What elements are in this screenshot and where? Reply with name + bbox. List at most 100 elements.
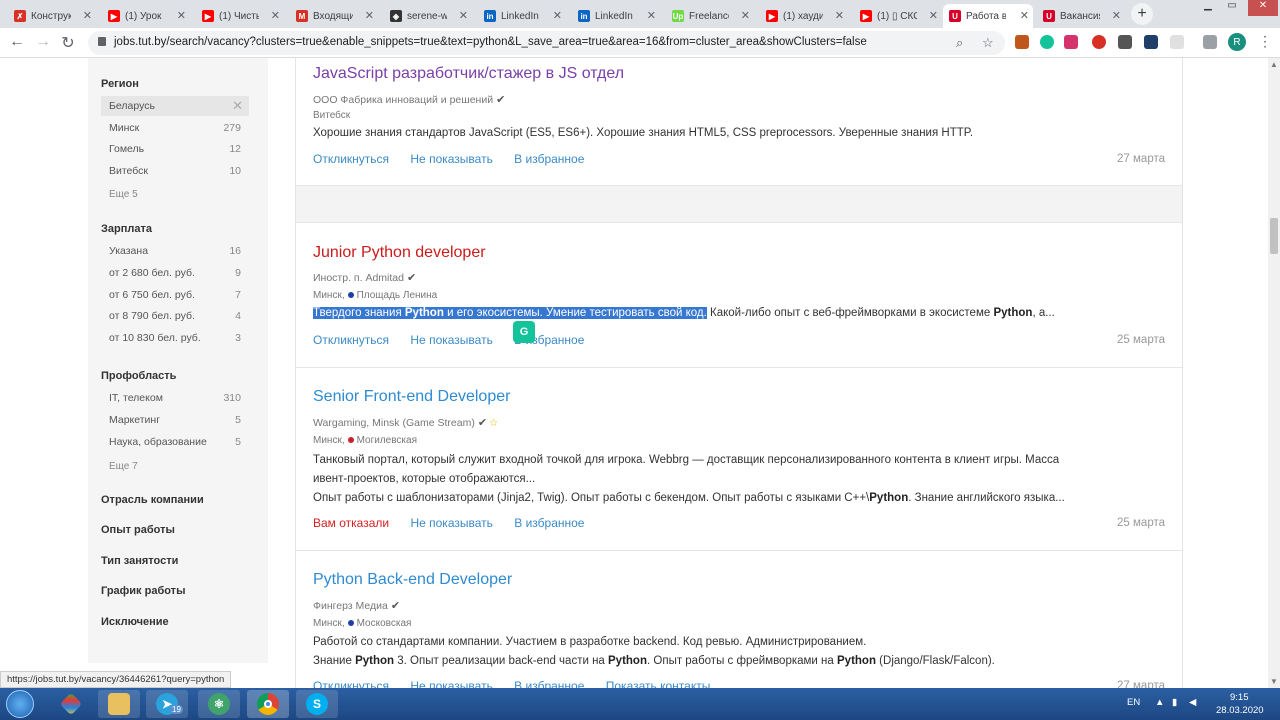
filter-region-selected[interactable]: Беларусь ✕ [101,96,249,116]
filter-salary-item[interactable]: от 2 680 бел. руб. 9 [101,263,249,283]
back-icon[interactable]: ← [7,33,27,51]
respond-link[interactable]: Откликнуться [313,333,389,347]
taskbar-app-telegram[interactable]: ➤ 19 [146,690,188,718]
tab-close-icon[interactable]: ✕ [177,9,186,22]
tab-close-icon[interactable]: ✕ [365,9,374,22]
tab-close-icon[interactable]: ✕ [553,9,562,22]
filter-salary-item[interactable]: Указана 16 [101,241,249,261]
taskbar-app-atom[interactable]: ⚛ [198,690,240,718]
browser-tab[interactable]: ▶ (1) Урок ✕ [102,4,190,28]
tab-close-icon[interactable]: ✕ [83,9,92,22]
language-indicator[interactable]: EN [1127,697,1140,708]
browser-tab[interactable]: ◈ serene-wa ✕ [384,4,472,28]
favorite-link[interactable]: В избранное [514,516,584,530]
profile-avatar[interactable]: R [1228,33,1246,51]
scroll-thumb[interactable] [1270,218,1278,254]
favorite-link[interactable]: В избранное [514,152,584,166]
hide-link[interactable]: Не показывать [410,679,492,688]
browser-tab[interactable]: ▶ (1) хауди ✕ [760,4,848,28]
vacancy-title-link[interactable]: JavaScript разработчик/стажер в JS отдел [313,65,624,83]
browser-tab[interactable]: in LinkedIn ✕ [478,4,566,28]
taskbar-app[interactable] [50,690,92,718]
browser-tab[interactable]: ▶ (1) Чисты ✕ [196,4,284,28]
extension-icon[interactable] [1092,35,1106,49]
grammarly-button[interactable]: G [513,321,535,343]
tab-close-icon[interactable]: ✕ [929,9,938,22]
browser-tab[interactable]: ▶ (1) ▯ СКО ✕ [854,4,942,28]
filter-salary-item[interactable]: от 10 830 бел. руб. 3 [101,328,249,348]
favorite-link[interactable]: В избранное [514,679,584,688]
filter-region-item[interactable]: Витебск 10 [101,161,249,181]
close-window-icon[interactable]: ✕ [1248,0,1278,16]
bookmark-star-icon[interactable]: ☆ [982,35,994,51]
scroll-down-icon[interactable]: ▼ [1270,677,1278,686]
extension-icon[interactable] [1170,35,1184,49]
company-name[interactable]: Иностр. п. Admitad ✔ [313,271,416,284]
tab-close-icon[interactable]: ✕ [647,9,656,22]
filter-section-schedule[interactable]: График работы [101,585,185,597]
filter-salary-item[interactable]: от 8 790 бел. руб. 4 [101,306,249,326]
show-contacts-link[interactable]: Показать контакты [606,679,711,688]
vacancy-title-link[interactable]: Junior Python developer [313,244,486,262]
vacancy-title-link[interactable]: Python Back-end Developer [313,571,512,589]
filter-region-more[interactable]: Еще 5 [109,189,138,200]
company-name[interactable]: Фингерз Медиа ✔ [313,599,400,612]
taskbar-app-skype[interactable]: S [296,690,338,718]
tab-close-icon[interactable]: ✕ [271,9,280,22]
filter-section-employment[interactable]: Тип занятости [101,555,178,567]
respond-link[interactable]: Откликнуться [313,679,389,688]
filter-section-exclusion[interactable]: Исключение [101,616,169,628]
browser-tab[interactable]: U Работа в ✕ [943,4,1033,28]
media-icon[interactable] [1203,35,1217,49]
respond-link[interactable]: Откликнуться [313,152,389,166]
new-tab-button[interactable]: + [1131,3,1153,25]
company-name[interactable]: ООО Фабрика инноваций и решений ✔ [313,93,505,106]
network-icon[interactable]: ▮ [1172,697,1177,708]
page-scrollbar[interactable]: ▲ ▼ [1268,58,1280,688]
menu-kebab-icon[interactable]: ⋮ [1258,33,1272,50]
clock-date[interactable]: 28.03.2020 [1216,705,1264,716]
browser-tab[interactable]: Up Freelance ✕ [666,4,754,28]
filter-profarea-more[interactable]: Еще 7 [109,461,138,472]
vacancy-title-link[interactable]: Senior Front-end Developer [313,388,510,406]
minimize-icon[interactable]: ▁ [1196,0,1220,16]
grammarly-extension-icon[interactable] [1040,35,1054,49]
forward-icon[interactable]: → [33,33,53,51]
start-button[interactable] [6,690,34,718]
scroll-up-icon[interactable]: ▲ [1270,60,1278,69]
company-name[interactable]: Wargaming, Minsk (Game Stream) ✔ ☆ [313,416,498,429]
filter-section-industry[interactable]: Отрасль компании [101,494,204,506]
extension-icon[interactable] [1118,35,1132,49]
tab-close-icon[interactable]: ✕ [741,9,750,22]
browser-tab[interactable]: ✗ Конструк ✕ [8,4,96,28]
filter-profarea-item[interactable]: Наука, образование 5 [101,432,249,452]
filter-section-experience[interactable]: Опыт работы [101,524,175,536]
clock-time[interactable]: 9:15 [1230,692,1249,703]
tray-arrow-icon[interactable]: ▲ [1155,697,1164,708]
clear-filter-icon[interactable]: ✕ [232,98,243,114]
taskbar-app-explorer[interactable] [98,690,140,718]
extension-icon[interactable] [1064,35,1078,49]
tab-close-icon[interactable]: ✕ [1020,9,1029,22]
tab-close-icon[interactable]: ✕ [1112,9,1121,22]
filter-region-item[interactable]: Минск 279 [101,118,249,138]
volume-icon[interactable]: ◀ [1189,697,1196,708]
extension-icon[interactable] [1144,35,1158,49]
browser-tab[interactable]: U Вакансия ✕ [1037,4,1125,28]
tab-close-icon[interactable]: ✕ [835,9,844,22]
url-text[interactable]: jobs.tut.by/search/vacancy?clusters=true… [114,36,867,48]
hide-link[interactable]: Не показывать [410,516,492,530]
tab-close-icon[interactable]: ✕ [459,9,468,22]
address-bar[interactable]: jobs.tut.by/search/vacancy?clusters=true… [88,31,1005,55]
filter-region-item[interactable]: Гомель 12 [101,139,249,159]
selected-text[interactable]: Твердого знания Python и его экосистемы.… [313,307,707,319]
reload-icon[interactable]: ↻ [58,33,78,53]
maximize-icon[interactable]: ▭ [1220,0,1244,16]
taskbar-app-chrome[interactable] [247,690,289,718]
extension-icon[interactable] [1015,35,1029,49]
hide-link[interactable]: Не показывать [410,152,492,166]
hide-link[interactable]: Не показывать [410,333,492,347]
filter-salary-item[interactable]: от 6 750 бел. руб. 7 [101,285,249,305]
filter-profarea-item[interactable]: Маркетинг 5 [101,410,249,430]
browser-tab[interactable]: in LinkedIn ✕ [572,4,660,28]
